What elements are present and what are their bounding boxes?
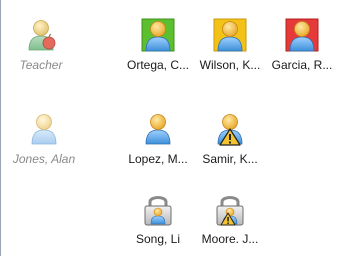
teacher-tile[interactable]: Teacher [0, 18, 85, 72]
student-locked-warning-icon [213, 192, 247, 226]
student-icon [141, 112, 175, 146]
student-status-yellow-icon [213, 18, 247, 52]
student-warning-icon [213, 112, 247, 146]
teacher-label: Teacher [19, 58, 63, 72]
student-tile[interactable]: Samir, K... [186, 112, 274, 166]
student-tile[interactable]: Garcia, R... [258, 18, 346, 72]
student-name: Garcia, R... [271, 58, 333, 72]
student-status-red-icon [285, 18, 319, 52]
student-name: Jones, Alan [12, 152, 76, 166]
classroom-view: Teacher Ortega, C... Wilson, K... Garcia… [0, 0, 361, 256]
student-tile[interactable]: Jones, Alan [0, 112, 88, 166]
teacher-apple-icon [24, 18, 58, 52]
student-name: Samir, K... [202, 152, 258, 166]
student-offline-icon [27, 112, 61, 146]
student-status-green-icon [141, 18, 175, 52]
student-locked-icon [141, 192, 175, 226]
student-tile[interactable]: Moore. J... [186, 192, 274, 246]
student-name: Moore. J... [201, 232, 259, 246]
